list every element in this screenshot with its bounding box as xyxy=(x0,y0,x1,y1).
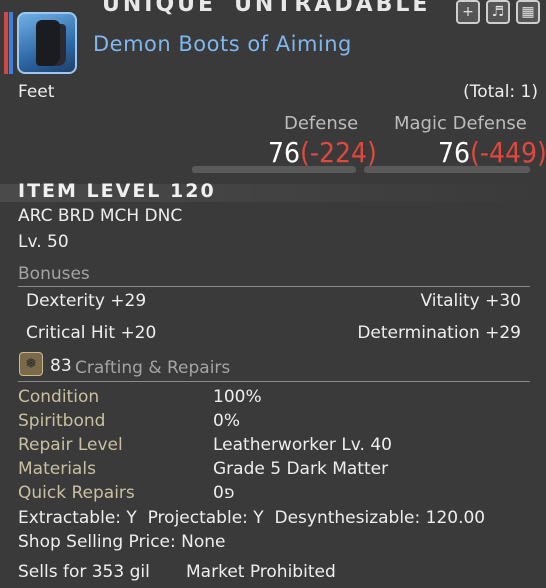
top-icons: + ♬ ▦ xyxy=(456,0,540,24)
defense-diff: (-224) xyxy=(300,136,377,169)
bonus-vitality: Vitality +30 xyxy=(420,291,521,311)
required-level: Lv. 50 xyxy=(18,232,69,252)
magic-defense-base: 76 xyxy=(438,136,471,169)
bonuses-title: Bonuses xyxy=(18,264,90,284)
materia-icon: ❅ xyxy=(19,352,43,376)
crafting-title: Crafting & Repairs xyxy=(75,358,231,378)
crafting-divider xyxy=(18,381,530,382)
condition-value: 100% xyxy=(213,387,262,407)
unique-tag: UNIQUE xyxy=(102,0,217,17)
rarity-stripe-red xyxy=(4,12,8,74)
repair-level-label: Repair Level xyxy=(18,435,123,455)
extract-info: Extractable: Y Projectable: Y Desynthesi… xyxy=(18,508,486,528)
boot-shape xyxy=(36,20,60,66)
shop-price: Shop Selling Price: None xyxy=(18,532,226,552)
defense-bar xyxy=(192,166,356,173)
magic-defense-diff: (-449) xyxy=(470,136,546,169)
market-status: Market Prohibited xyxy=(186,562,336,582)
repair-level-value: Leatherworker Lv. 40 xyxy=(213,435,392,455)
boots-icon xyxy=(17,12,77,74)
magic-defense-bar xyxy=(364,166,530,173)
crafting-number: 83 xyxy=(50,356,72,376)
item-level: ITEM LEVEL 120 xyxy=(18,180,216,202)
class-list: ARC BRD MCH DNC xyxy=(18,206,183,226)
bonuses-divider xyxy=(18,286,530,287)
materials-label: Materials xyxy=(18,459,96,479)
bonus-critical-hit: Critical Hit +20 xyxy=(26,323,157,343)
spiritbond-label: Spiritbond xyxy=(18,411,106,431)
quick-repairs-value: 0פ xyxy=(213,483,235,503)
bonus-dexterity: Dexterity +29 xyxy=(26,291,147,311)
defense-value: 76(-224) xyxy=(268,136,377,169)
materials-value: Grade 5 Dark Matter xyxy=(213,459,389,479)
armoire-icon[interactable]: ▦ xyxy=(516,0,540,24)
item-tags: UNIQUE UNTRADABLE xyxy=(102,0,448,17)
quick-repairs-label: Quick Repairs xyxy=(18,483,135,503)
magic-defense-label: Magic Defense xyxy=(394,113,527,134)
condition-label: Condition xyxy=(18,387,100,407)
untradable-tag: UNTRADABLE xyxy=(234,0,431,17)
item-total: (Total: 1) xyxy=(463,82,538,102)
item-name: Demon Boots of Aiming xyxy=(93,32,352,56)
sells-for: Sells for 353 gil xyxy=(18,562,150,582)
item-slot: Feet xyxy=(18,82,55,102)
plus-icon[interactable]: + xyxy=(456,0,480,24)
defense-base: 76 xyxy=(268,136,301,169)
defense-label: Defense xyxy=(284,113,359,134)
spiritbond-value: 0% xyxy=(213,411,240,431)
magic-defense-value: 76(-449) xyxy=(438,136,546,169)
bonus-determination: Determination +29 xyxy=(357,323,521,343)
rarity-stripe-blue xyxy=(9,12,13,74)
glamour-icon[interactable]: ♬ xyxy=(486,0,510,24)
